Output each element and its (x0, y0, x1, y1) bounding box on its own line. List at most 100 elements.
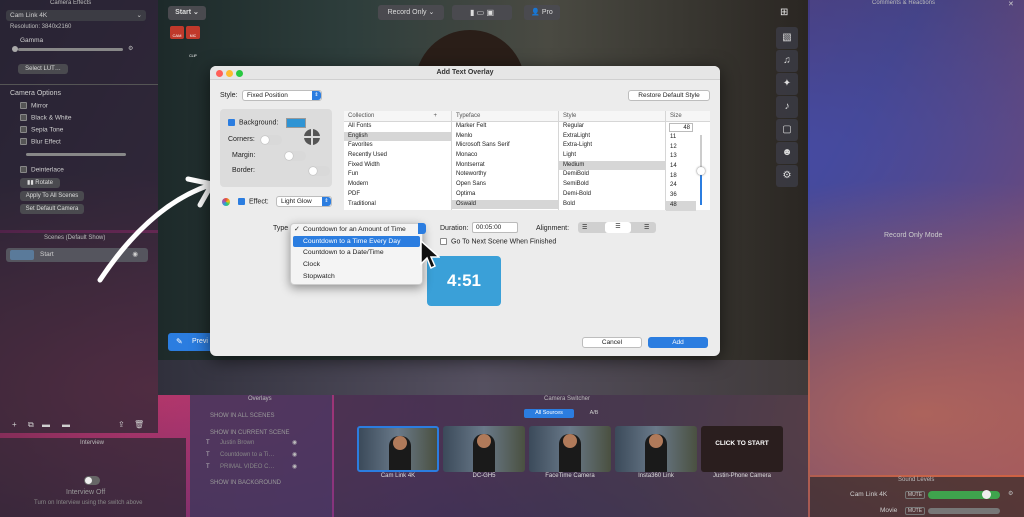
typeface-item[interactable]: Noteworthy (452, 170, 558, 180)
option-sepia[interactable]: Sepia Tone (20, 126, 63, 133)
corners-icon[interactable] (304, 129, 320, 145)
size-item[interactable]: 11 (666, 133, 696, 143)
corners-toggle[interactable] (260, 135, 282, 145)
wand-icon[interactable]: ✦ (776, 73, 798, 95)
collection-item[interactable]: English (344, 131, 451, 142)
style-item[interactable]: ExtraLight (559, 132, 665, 142)
align-center-icon[interactable]: ☰ (605, 222, 631, 233)
grid-icon[interactable]: ⊞ (780, 7, 794, 19)
type-select-arrow[interactable] (418, 223, 426, 234)
collection-item[interactable]: Fun (344, 170, 451, 180)
visibility-icon[interactable]: ◉ (292, 451, 297, 458)
add-icon[interactable]: + (433, 111, 437, 122)
comment-icon[interactable]: ▢ (776, 119, 798, 141)
visibility-icon[interactable]: ◉ (292, 463, 297, 470)
camera-icon[interactable]: ▮ (470, 8, 474, 17)
apply-all-scenes-button[interactable]: Apply To All Scenes (20, 191, 84, 201)
view-toggles[interactable]: ▮ ▭ ▣ (452, 5, 512, 20)
set-default-camera-button[interactable]: Set Default Camera (20, 204, 84, 214)
gamma-slider[interactable] (18, 48, 123, 51)
style-item[interactable]: Demi-Bold (559, 190, 665, 200)
typeface-item[interactable]: Menlo (452, 132, 558, 142)
menu-item-amount-of-time[interactable]: ✓ Countdown for an Amount of Time (291, 224, 422, 236)
size-item[interactable]: 12 (666, 143, 696, 153)
monitor-icon[interactable]: ▭ (477, 8, 485, 17)
size-item[interactable]: 14 (666, 162, 696, 172)
level-meter[interactable] (928, 508, 1000, 514)
style-item[interactable]: SemiBold (559, 180, 665, 190)
people-icon[interactable]: ☻ (776, 142, 798, 164)
typeface-item[interactable]: Microsoft Sans Serif (452, 141, 558, 151)
pro-button[interactable]: 👤 Pro (524, 5, 560, 20)
zoom-window-button[interactable] (236, 70, 243, 77)
typeface-item[interactable]: Open Sans (452, 180, 558, 190)
border-toggle[interactable] (307, 166, 330, 176)
style-item[interactable]: Medium (559, 160, 665, 171)
effect-select[interactable]: Light Glow ⇕ (276, 196, 332, 207)
menu-item-time-every-day[interactable]: Countdown to a Time Every Day (293, 235, 420, 248)
close-icon[interactable]: ✕ (1008, 0, 1014, 8)
reset-icon[interactable]: ⚙ (128, 45, 133, 52)
collection-item[interactable]: Favorites (344, 141, 451, 151)
cam-badge[interactable]: CAM (170, 26, 184, 39)
size-slider-knob[interactable] (697, 167, 705, 175)
option-black-white[interactable]: Black & White (20, 114, 71, 121)
mute-button[interactable]: MUTE (905, 491, 925, 499)
align-right-icon[interactable]: ☰ (644, 224, 649, 231)
menu-item-date-time[interactable]: Countdown to a Date/Time (291, 247, 422, 259)
style-item[interactable]: Light (559, 151, 665, 161)
tab-all-sources[interactable]: All Sources (524, 409, 574, 418)
typeface-item[interactable]: Marker Felt (452, 122, 558, 132)
style-select[interactable]: Fixed Position ⇕ (242, 90, 322, 101)
typeface-item[interactable]: Monaco (452, 151, 558, 161)
rotate-button[interactable]: ▮▮ Rotate (20, 178, 60, 188)
camera-thumb-phone[interactable]: CLICK TO START (701, 426, 783, 472)
effect-checkbox-row[interactable]: Effect: (238, 198, 269, 205)
add-icon[interactable]: + (12, 420, 17, 429)
checkbox[interactable] (440, 238, 447, 245)
scene-dropdown[interactable]: Start ⌄ (168, 6, 206, 20)
collection-item[interactable]: Modern (344, 180, 451, 190)
restore-default-style-button[interactable]: Restore Default Style (628, 90, 710, 101)
image-icon[interactable]: ▧ (776, 27, 798, 49)
margin-toggle[interactable] (283, 151, 306, 161)
option-deinterlace[interactable]: Deinterlace (20, 166, 64, 173)
audio-icon[interactable]: ♫ (776, 50, 798, 72)
folder-icon[interactable]: ▬ (42, 420, 50, 429)
checkbox[interactable] (228, 119, 235, 126)
size-item[interactable]: 24 (666, 181, 696, 191)
camera-thumb-gh5[interactable] (443, 426, 525, 472)
background-checkbox-row[interactable]: Background: (228, 119, 278, 126)
overlay-item[interactable]: T Countdown to a Ti… ◉ (200, 451, 326, 461)
overlay-item[interactable]: T Justin Brown ◉ (200, 439, 326, 449)
layout-icon[interactable]: ▣ (486, 8, 494, 17)
style-item[interactable]: Bold (559, 200, 665, 210)
visibility-icon[interactable]: ◉ (292, 439, 297, 446)
tab-ab[interactable]: A/B (576, 409, 612, 418)
overlay-item[interactable]: T PRIMAL VIDEO C… ◉ (200, 463, 326, 473)
checkbox[interactable] (20, 114, 27, 121)
next-scene-row[interactable]: Go To Next Scene When Finished (440, 238, 556, 245)
camera-thumb-camlink[interactable] (357, 426, 439, 472)
size-item[interactable]: 36 (666, 191, 696, 201)
background-color-well[interactable] (286, 118, 306, 128)
interview-toggle[interactable] (84, 476, 100, 485)
checkbox[interactable] (238, 198, 245, 205)
settings-icon[interactable]: ⚙ (1008, 490, 1013, 497)
share-icon[interactable]: ⇪ (118, 420, 125, 429)
size-input[interactable]: 48 (669, 123, 693, 132)
blur-slider[interactable] (26, 153, 126, 156)
typeface-item[interactable]: Montserrat (452, 161, 558, 171)
duration-input[interactable]: 00:05:00 (472, 222, 518, 233)
checkbox[interactable] (20, 138, 27, 145)
collection-item[interactable]: Traditional (344, 200, 451, 210)
close-window-button[interactable] (216, 70, 223, 77)
camera-icon[interactable]: ▬ (62, 420, 70, 429)
style-item[interactable]: Extra-Light (559, 141, 665, 151)
record-mode-dropdown[interactable]: Record Only ⌄ (378, 5, 444, 20)
size-item[interactable]: 48 (666, 200, 696, 211)
size-item[interactable]: 13 (666, 152, 696, 162)
checkbox[interactable] (20, 102, 27, 109)
gamma-slider-knob[interactable] (12, 46, 18, 52)
align-left-icon[interactable]: ☰ (582, 224, 587, 231)
